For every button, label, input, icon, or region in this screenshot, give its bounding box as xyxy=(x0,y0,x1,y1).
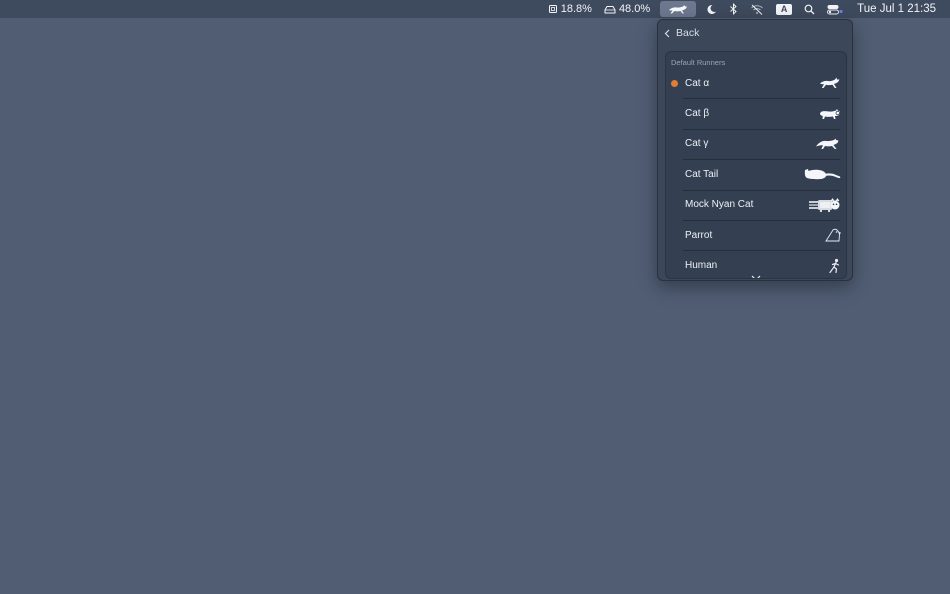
control-center-icon xyxy=(827,4,843,15)
control-center-menu-item[interactable] xyxy=(821,0,849,18)
runcat-menu-item[interactable] xyxy=(660,1,697,17)
runner-label: Mock Nyan Cat xyxy=(685,199,754,211)
menu-bar: 18.8% 48.0% A Tue Jul 1 21:35 xyxy=(0,0,950,18)
runner-dropdown-panel: Back Default Runners Cat α Cat β Cat γ C… xyxy=(657,19,853,281)
back-button[interactable]: Back xyxy=(664,25,699,41)
cat-gamma-icon xyxy=(815,137,841,150)
wifi-menu-item[interactable] xyxy=(744,0,770,18)
menu-bar-clock[interactable]: Tue Jul 1 21:35 xyxy=(849,0,950,18)
bluetooth-icon xyxy=(729,3,738,15)
runner-item-parrot[interactable]: Parrot xyxy=(666,219,846,250)
search-icon xyxy=(804,4,815,15)
moon-icon xyxy=(706,4,717,15)
runner-label: Cat β xyxy=(685,108,710,120)
disk-value: 48.0% xyxy=(618,3,651,15)
focus-menu-item[interactable] xyxy=(700,0,723,18)
disk-status-item[interactable]: 48.0% xyxy=(598,0,656,18)
runner-item-cat-gamma[interactable]: Cat γ xyxy=(666,128,846,159)
scroll-down-chevron-icon[interactable] xyxy=(751,268,761,278)
runcat-icon xyxy=(668,4,688,15)
runner-label: Cat Tail xyxy=(685,168,719,180)
runner-item-cat-alpha[interactable]: Cat α xyxy=(666,68,846,98)
back-label: Back xyxy=(676,27,700,39)
input-source-menu-item[interactable]: A xyxy=(770,0,798,18)
spotlight-menu-item[interactable] xyxy=(798,0,821,18)
runner-label: Cat α xyxy=(685,77,710,89)
default-runners-group: Default Runners Cat α Cat β Cat γ Cat Ta… xyxy=(665,51,847,279)
cat-tail-icon xyxy=(803,167,841,181)
runner-list: Cat α Cat β Cat γ Cat Tail Mock Nyan Cat… xyxy=(666,68,846,278)
cat-alpha-icon xyxy=(819,77,841,90)
runner-label: Parrot xyxy=(685,229,713,241)
human-icon xyxy=(827,258,841,273)
selected-indicator xyxy=(671,79,678,87)
cat-beta-icon xyxy=(819,107,841,120)
chevron-left-icon xyxy=(664,29,670,38)
input-source-icon: A xyxy=(776,3,793,15)
disk-icon xyxy=(604,5,616,14)
runner-item-cat-beta[interactable]: Cat β xyxy=(666,98,846,128)
runner-item-mock-nyan-cat[interactable]: Mock Nyan Cat xyxy=(666,189,846,220)
nyan-cat-icon xyxy=(808,197,841,212)
wifi-off-icon xyxy=(750,4,764,15)
runner-label: Cat γ xyxy=(685,138,709,150)
group-title: Default Runners xyxy=(671,58,726,67)
parrot-icon xyxy=(825,228,841,242)
runner-label: Human xyxy=(685,260,718,272)
cpu-status-item[interactable]: 18.8% xyxy=(542,0,598,18)
cpu-icon xyxy=(548,4,558,14)
cpu-value: 18.8% xyxy=(560,3,592,15)
runner-item-cat-tail[interactable]: Cat Tail xyxy=(666,159,846,189)
bluetooth-menu-item[interactable] xyxy=(723,0,744,18)
